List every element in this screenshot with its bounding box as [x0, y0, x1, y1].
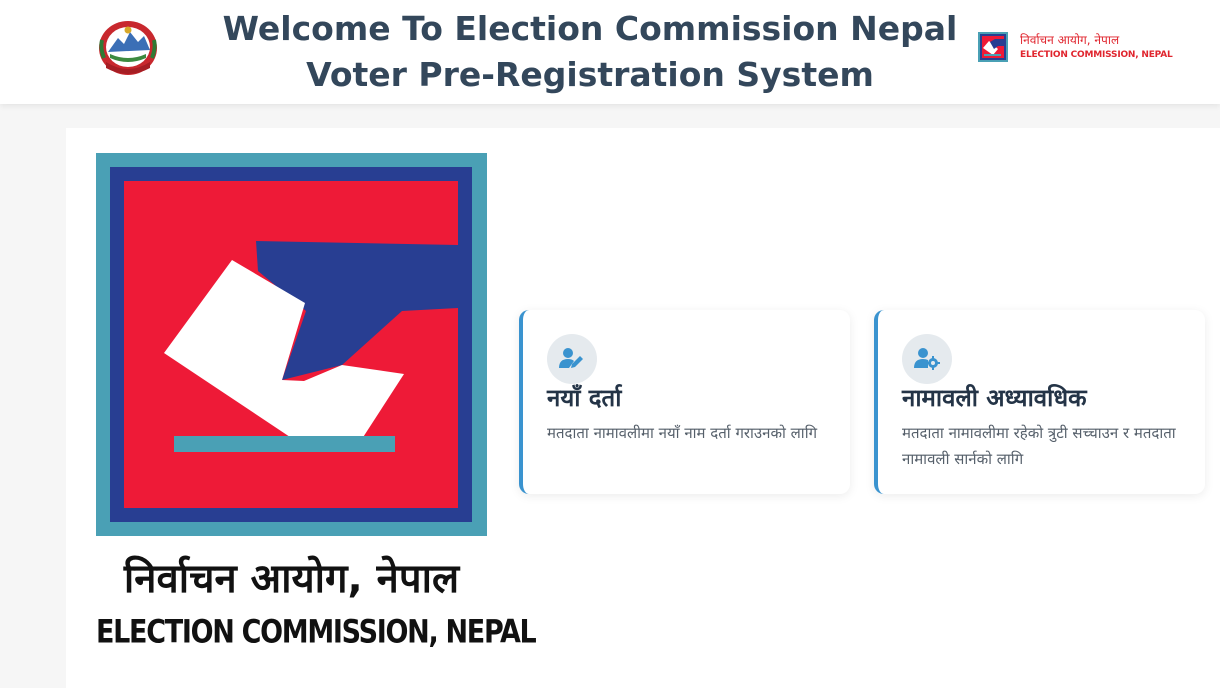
card-title: नयाँ दर्ता [547, 384, 622, 412]
logo-english-text: ELECTION COMMISSION, NEPAL [96, 613, 537, 651]
card-description: मतदाता नामावलीमा रहेको त्रुटी सच्चाउन र … [902, 424, 1176, 468]
nepal-government-emblem-icon [96, 18, 160, 78]
new-registration-card[interactable]: नयाँ दर्ता मतदाता नामावलीमा नयाँ नाम दर्… [519, 310, 850, 494]
user-settings-icon [902, 334, 952, 384]
user-edit-icon [547, 334, 597, 384]
header-logo-nepali-text: निर्वाचन आयोग, नेपाल [1020, 33, 1120, 47]
card-title: नामावली अध्यावधिक [902, 384, 1087, 412]
header-logo-english-text: ELECTION COMMISSION, NEPAL [1020, 50, 1173, 60]
ballot-box-logo-icon [978, 32, 1008, 62]
roll-update-card[interactable]: नामावली अध्यावधिक मतदाता नामावलीमा रहेको… [874, 310, 1205, 494]
card-description: मतदाता नामावलीमा नयाँ नाम दर्ता गराउनको … [547, 424, 818, 442]
page-title-line-2: Voter Pre-Registration System [306, 55, 874, 94]
page-header: Welcome To Election Commission Nepal Vot… [0, 0, 1220, 104]
logo-nepali-text: निर्वाचन आयोग, नेपाल [123, 556, 460, 602]
ballot-box-logo-icon [96, 153, 487, 536]
election-commission-header-logo: निर्वाचन आयोग, नेपाल ELECTION COMMISSION… [978, 32, 1173, 64]
page-title-line-1: Welcome To Election Commission Nepal [222, 9, 958, 48]
page-title: Welcome To Election Commission Nepal Vot… [210, 6, 970, 98]
